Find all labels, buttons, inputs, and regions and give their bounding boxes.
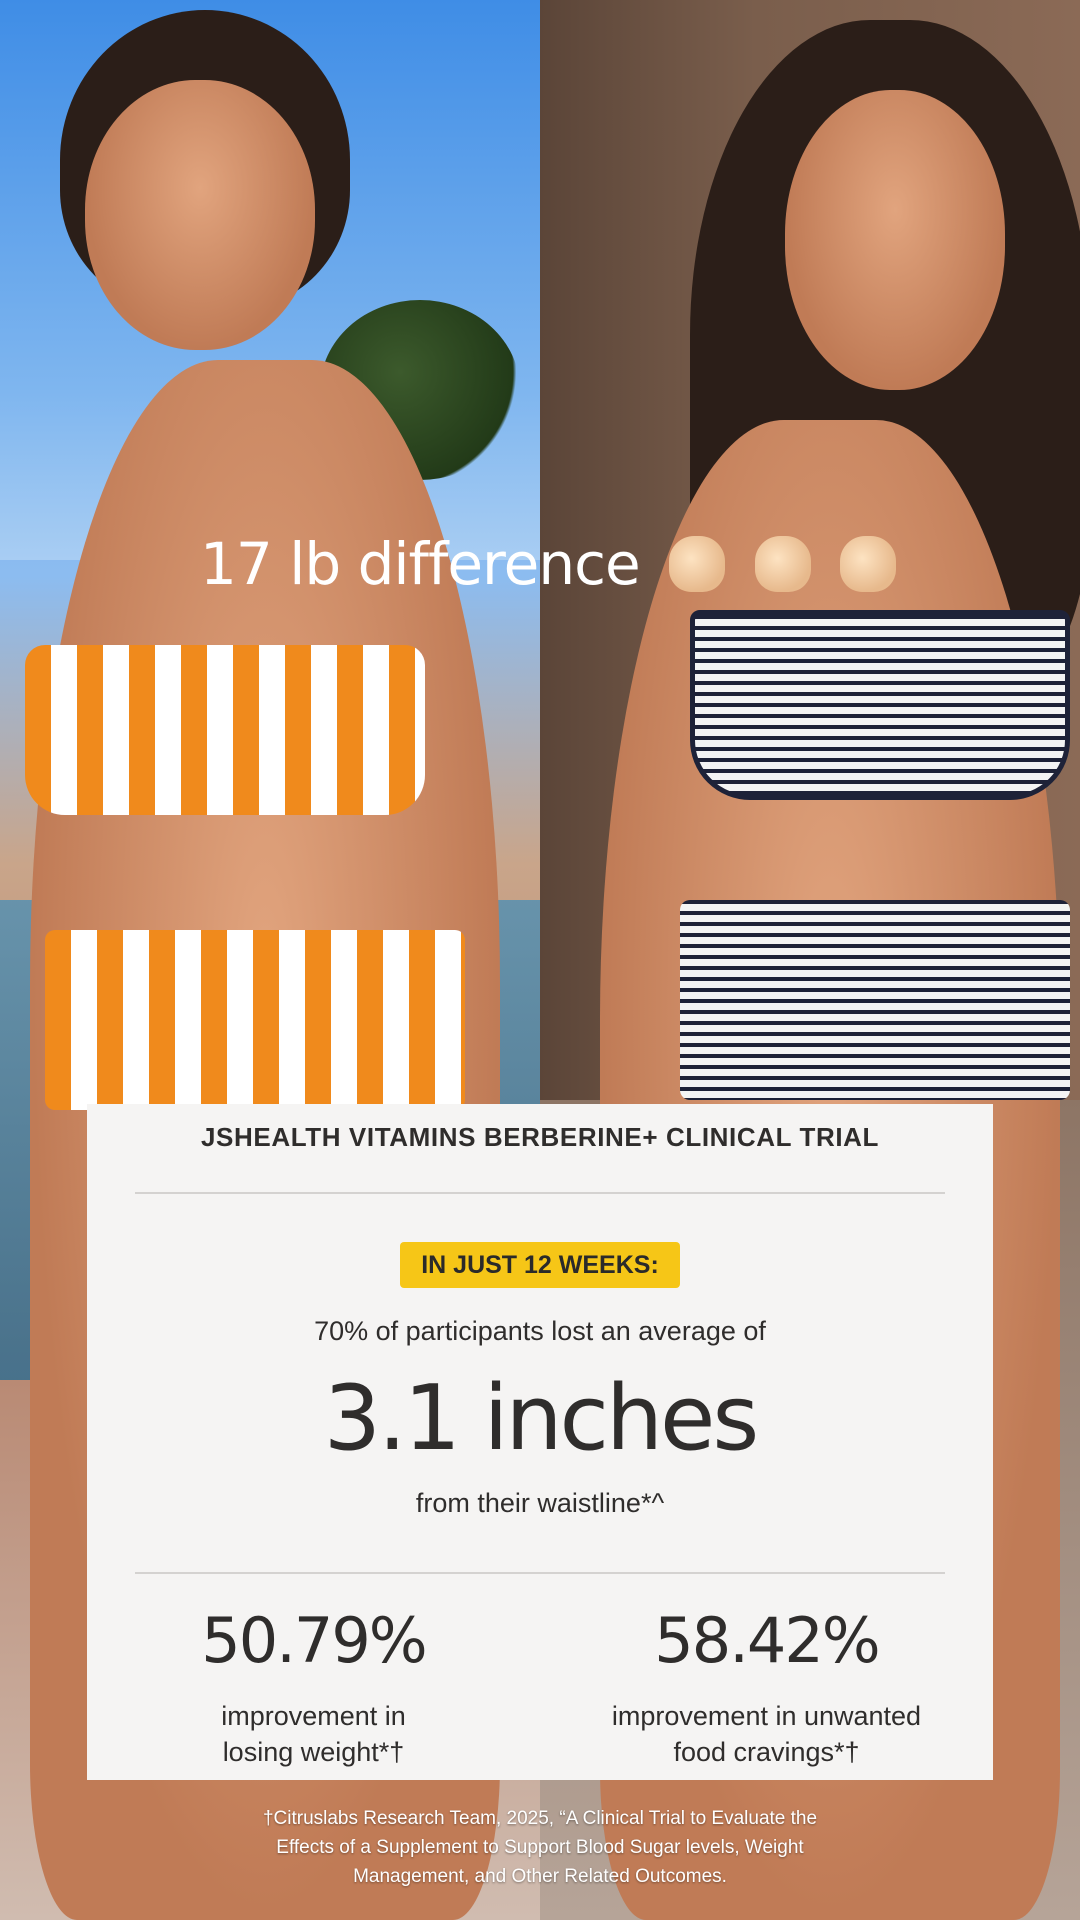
duration-badge: IN JUST 12 WEEKS: [400,1242,680,1288]
face [785,90,1005,390]
stat-subtext: from their waistline*^ [415,1488,665,1518]
headline-stat: 3.1 inches [323,1366,760,1471]
weight-stat-label: improvement in losing weight*† [87,1698,540,1770]
footnote-line: †Citruslabs Research Team, 2025, “A Clin… [262,1808,818,1829]
clapping-hands-icon [839,536,896,592]
striped-bikini-bottom [680,900,1070,1100]
divider [135,1192,945,1194]
clinical-trial-card: JSHEALTH VITAMINS BERBERINE+ CLINICAL TR… [87,1104,993,1780]
cravings-stat-label-line1: improvement in unwanted [611,1701,922,1731]
divider [135,1572,945,1574]
weight-stat-label-line1: improvement in [221,1701,406,1731]
card-title: JSHEALTH VITAMINS BERBERINE+ CLINICAL TR… [201,1122,879,1152]
lead-text: 70% of participants lost an average of [314,1316,766,1346]
clapping-hands-icon [754,536,811,592]
face [85,80,315,350]
striped-bikini-bottom [45,930,465,1110]
weight-stat-label-line2: losing weight*† [222,1737,405,1767]
clapping-hands-icon [669,536,726,592]
footnote-line: Effects of a Supplement to Support Blood… [276,1837,804,1858]
cravings-stat-label: improvement in unwanted food cravings*† [540,1698,993,1770]
citation-footnote: †Citruslabs Research Team, 2025, “A Clin… [180,1804,900,1891]
cravings-stat-label-line2: food cravings*† [673,1737,860,1767]
headline-text: 17 lb difference [200,530,641,598]
striped-bikini-top [690,610,1070,800]
weight-stat-value: 50.79% [201,1604,427,1677]
cravings-stat-value: 58.42% [654,1604,880,1677]
headline: 17 lb difference [200,530,1060,598]
striped-bikini-top [25,645,425,815]
footnote-line: Management, and Other Related Outcomes. [353,1866,727,1887]
